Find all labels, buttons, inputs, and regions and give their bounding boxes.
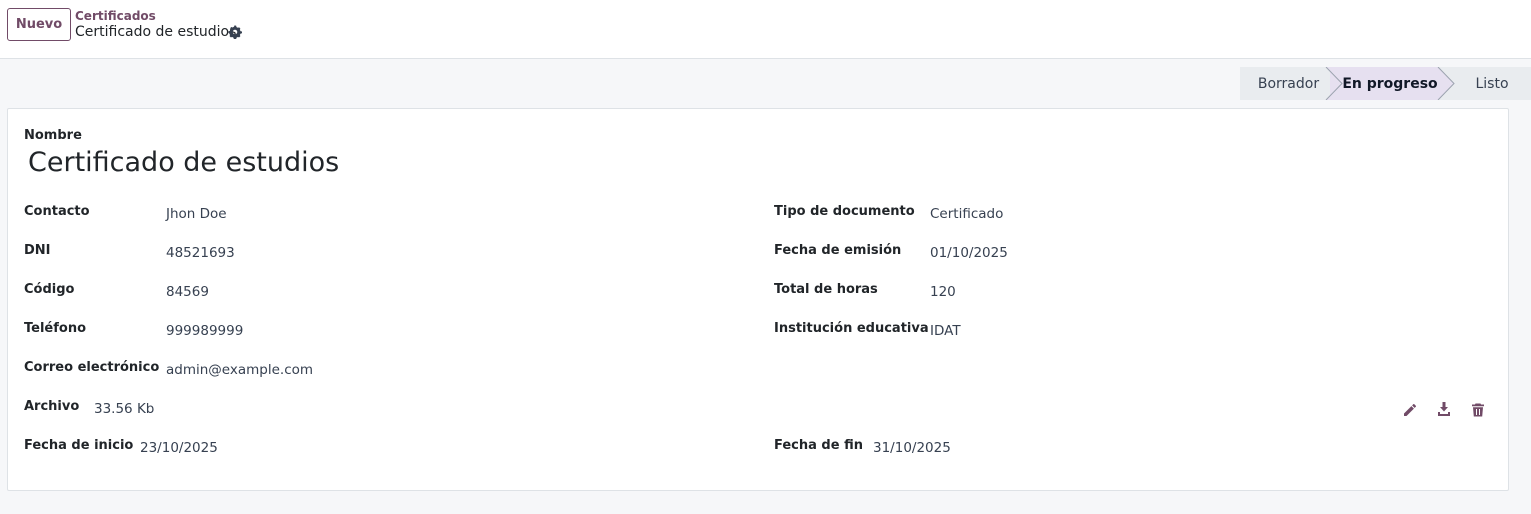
new-button[interactable]: Nuevo bbox=[7, 8, 71, 41]
breadcrumb-current: Certificado de estudios bbox=[75, 24, 237, 40]
status-stage-en-progreso[interactable]: En progreso bbox=[1330, 67, 1444, 100]
name-label: Nombre bbox=[24, 128, 82, 143]
issue-date-label: Fecha de emisión bbox=[774, 243, 902, 258]
contact-field[interactable]: Jhon Doe bbox=[166, 206, 227, 222]
document-type-field[interactable]: Certificado bbox=[930, 206, 1003, 222]
total-hours-field[interactable]: 120 bbox=[930, 284, 956, 300]
institution-label: Institución educativa bbox=[774, 321, 929, 336]
gear-icon[interactable] bbox=[228, 25, 242, 39]
status-bar: Borrador En progreso Listo bbox=[1240, 67, 1531, 100]
start-date-field[interactable]: 23/10/2025 bbox=[140, 440, 218, 456]
control-panel: Nuevo Certificados Certificado de estudi… bbox=[0, 0, 1531, 59]
breadcrumb-parent-link[interactable]: Certificados bbox=[75, 9, 156, 23]
code-label: Código bbox=[24, 282, 75, 297]
start-date-label: Fecha de inicio bbox=[24, 438, 134, 453]
form-sheet: Nombre Certificado de estudios Contacto … bbox=[7, 108, 1509, 491]
file-label: Archivo bbox=[24, 399, 80, 414]
issue-date-field[interactable]: 01/10/2025 bbox=[930, 245, 1008, 261]
status-stage-listo[interactable]: Listo bbox=[1439, 67, 1531, 100]
dni-field[interactable]: 48521693 bbox=[166, 245, 235, 261]
file-size: 33.56 Kb bbox=[94, 401, 155, 417]
contact-label: Contacto bbox=[24, 204, 90, 219]
pencil-icon[interactable] bbox=[1402, 402, 1418, 418]
end-date-field[interactable]: 31/10/2025 bbox=[873, 440, 951, 456]
email-label: Correo electrónico bbox=[24, 360, 160, 375]
phone-field[interactable]: 999989999 bbox=[166, 323, 243, 339]
institution-field[interactable]: IDAT bbox=[930, 323, 961, 339]
document-type-label: Tipo de documento bbox=[774, 204, 915, 219]
status-stage-borrador[interactable]: Borrador bbox=[1240, 67, 1337, 100]
trash-icon[interactable] bbox=[1470, 402, 1486, 418]
end-date-label: Fecha de fin bbox=[774, 438, 863, 453]
email-field[interactable]: admin@example.com bbox=[166, 362, 313, 378]
dni-label: DNI bbox=[24, 243, 51, 258]
code-field[interactable]: 84569 bbox=[166, 284, 209, 300]
download-icon[interactable] bbox=[1436, 401, 1452, 417]
name-field[interactable]: Certificado de estudios bbox=[28, 147, 339, 178]
phone-label: Teléfono bbox=[24, 321, 87, 336]
total-hours-label: Total de horas bbox=[774, 282, 878, 297]
